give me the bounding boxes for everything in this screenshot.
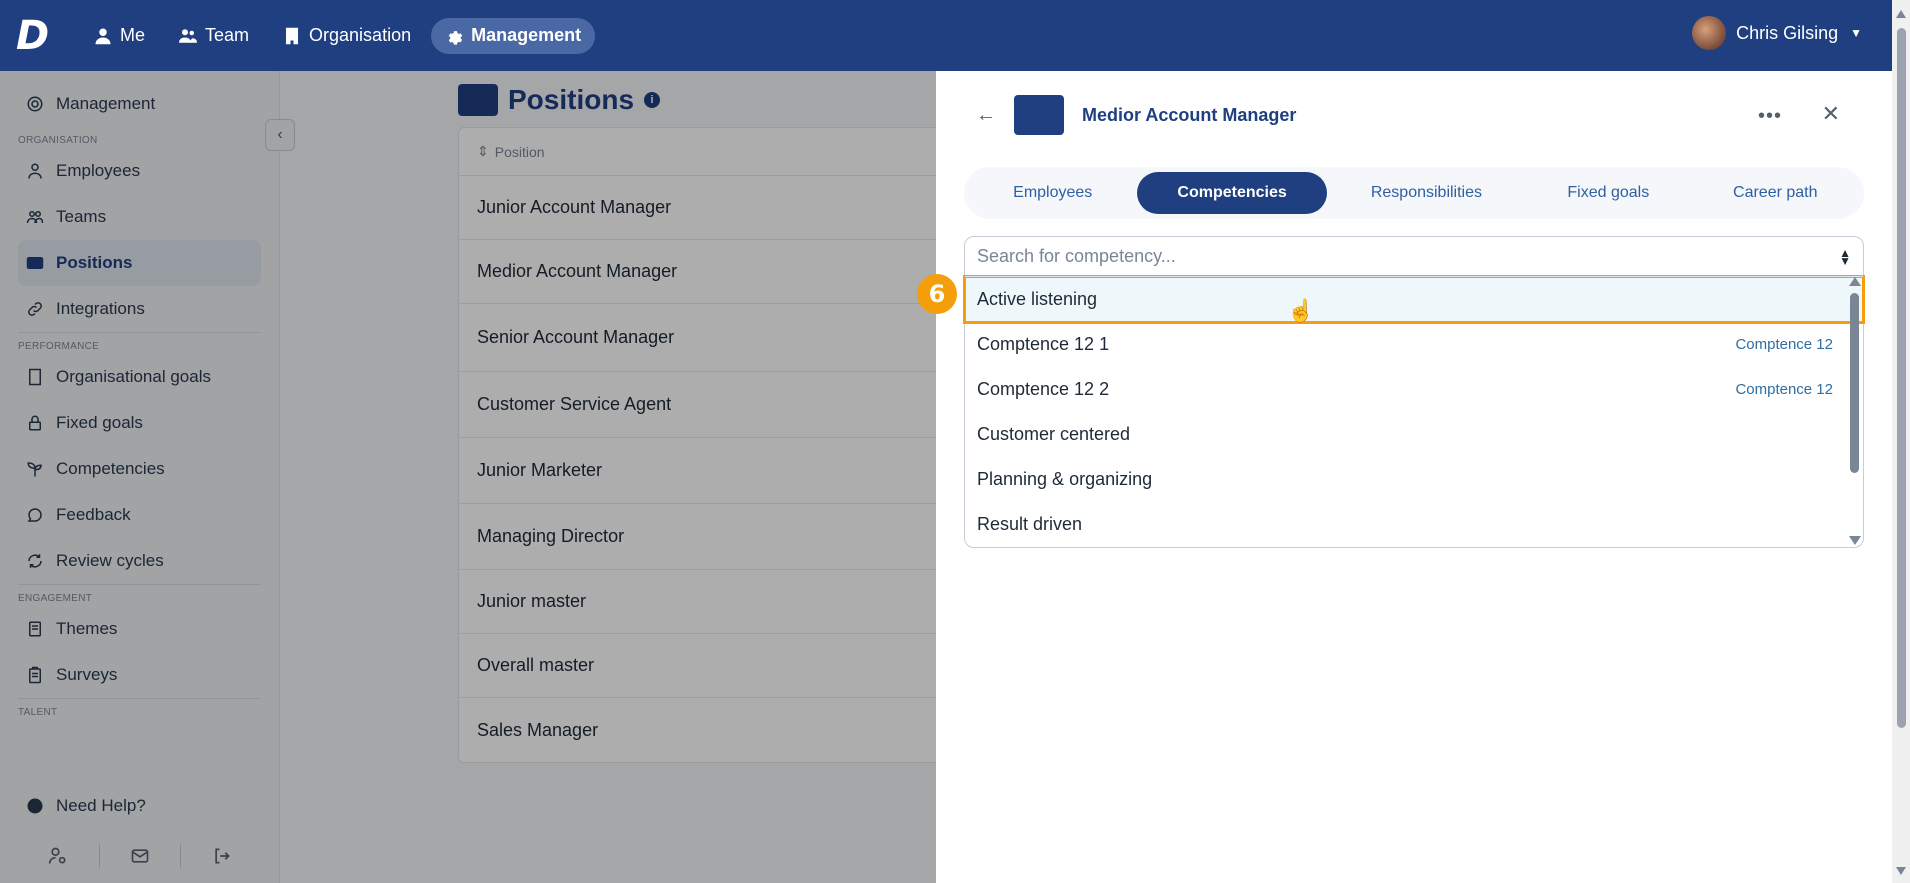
option-label: Planning & organizing [977, 469, 1153, 489]
more-options-icon[interactable]: ••• [1758, 105, 1782, 128]
nav-me-label: Me [120, 25, 146, 45]
competency-combobox: ▲▼ Active listening Comptence 12 1 Compt… [963, 236, 1865, 548]
panel-tabs: Employees Competencies Responsibilities … [964, 167, 1864, 219]
user-menu[interactable]: Chris Gilsing ▼ [1692, 16, 1862, 50]
close-icon[interactable]: ✕ [1822, 101, 1840, 127]
panel-header: ← Medior Account Manager [976, 95, 1296, 135]
nav-management-label: Management [471, 25, 582, 45]
nav-organisation[interactable]: Organisation [269, 18, 425, 54]
tab-competencies[interactable]: Competencies [1137, 172, 1327, 214]
tab-responsibilities[interactable]: Responsibilities [1327, 172, 1526, 214]
users-icon [179, 28, 198, 43]
option-active-listening[interactable]: Active listening [963, 275, 1865, 324]
nav-team-label: Team [205, 25, 250, 45]
nav-team[interactable]: Team [165, 18, 263, 54]
option-comptence-12-2[interactable]: Comptence 12 2 Comptence 12 [965, 367, 1863, 412]
scrollbar-thumb[interactable] [1897, 28, 1906, 728]
nav-management[interactable]: Management [431, 17, 596, 54]
option-comptence-12-1[interactable]: Comptence 12 1 Comptence 12 [965, 322, 1863, 367]
building-icon [286, 27, 299, 44]
hand-pointer-icon: ☝ [1287, 298, 1315, 323]
user-icon [95, 28, 111, 44]
option-group: Comptence 12 [1735, 336, 1833, 353]
nav-organisation-label: Organisation [309, 25, 412, 45]
option-result-driven[interactable]: Result driven [965, 502, 1863, 547]
position-detail-panel: ← Medior Account Manager ••• ✕ Employees… [936, 71, 1892, 883]
scrollbar-thumb[interactable] [1850, 293, 1859, 473]
dropdown-scrollbar[interactable] [1847, 277, 1861, 545]
top-navigation-bar: D Me Team Organisation Management Chris … [0, 0, 1892, 71]
option-customer-centered[interactable]: Customer centered [965, 412, 1863, 457]
app-logo[interactable]: D [16, 16, 54, 56]
option-label: Comptence 12 1 [977, 334, 1110, 354]
select-arrows-icon[interactable]: ▲ ▼ [1839, 247, 1851, 267]
chevron-down-icon: ▼ [1850, 26, 1862, 40]
option-planning-organizing[interactable]: Planning & organizing [965, 457, 1863, 502]
panel-title: Medior Account Manager [1082, 104, 1297, 125]
avatar [1692, 16, 1727, 50]
competency-search-input[interactable] [977, 246, 1797, 267]
scroll-up-icon[interactable] [1849, 277, 1861, 286]
user-name: Chris Gilsing [1736, 22, 1839, 43]
nav-me[interactable]: Me [80, 18, 159, 54]
option-label: Active listening [977, 289, 1098, 309]
step-number-badge: 6 [917, 274, 957, 314]
option-group: Comptence 12 [1735, 381, 1833, 398]
modal-backdrop[interactable] [0, 71, 936, 883]
main-nav: Me Team Organisation Management [80, 17, 596, 54]
option-label: Customer centered [977, 424, 1131, 444]
competency-search: ▲▼ [965, 237, 1863, 277]
back-arrow-icon[interactable]: ← [976, 104, 996, 127]
gear-icon [448, 30, 463, 45]
tab-career-path[interactable]: Career path [1691, 172, 1860, 214]
scroll-down-icon[interactable] [1896, 867, 1906, 875]
option-label: Result driven [977, 514, 1083, 534]
option-label: Comptence 12 2 [977, 379, 1110, 399]
scroll-up-icon[interactable] [1896, 10, 1906, 18]
id-card-icon [1014, 95, 1064, 135]
window-scrollbar[interactable] [1892, 0, 1910, 883]
tab-fixed-goals[interactable]: Fixed goals [1526, 172, 1690, 214]
scroll-down-icon[interactable] [1849, 536, 1861, 545]
tab-employees[interactable]: Employees [968, 172, 1137, 214]
